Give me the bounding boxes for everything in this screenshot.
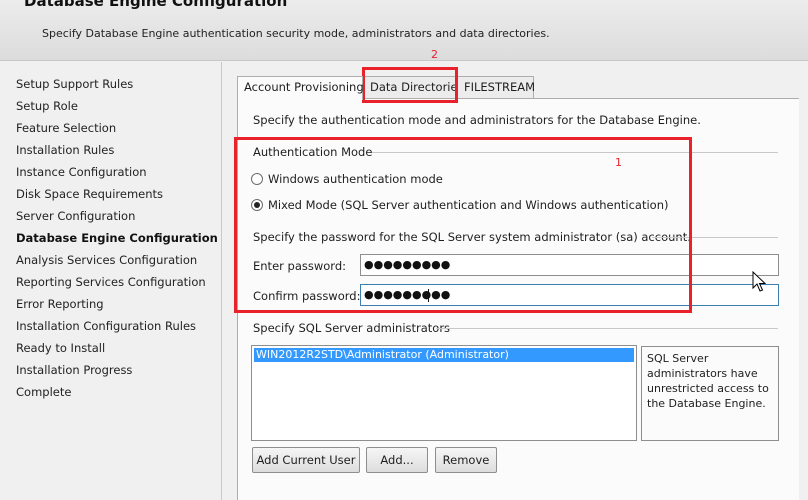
enter-password-field[interactable]: ●●●●●●●●● xyxy=(360,254,779,276)
confirm-password-field[interactable]: ●●●●●●●●● xyxy=(360,284,779,306)
mouse-pointer-icon xyxy=(752,271,766,292)
nav-item-complete[interactable]: Complete xyxy=(16,384,71,400)
nav-item-installation-configuration-rules[interactable]: Installation Configuration Rules xyxy=(16,318,196,334)
add-button[interactable]: Add... xyxy=(366,447,428,473)
tab-account-provisioning[interactable]: Account Provisioning xyxy=(237,76,364,100)
enter-password-label: Enter password: xyxy=(253,259,346,273)
nav-item-database-engine-configuration[interactable]: Database Engine Configuration xyxy=(16,230,218,246)
panel-intro-text: Specify the authentication mode and admi… xyxy=(253,113,701,127)
nav-item-feature-selection[interactable]: Feature Selection xyxy=(16,120,116,136)
group-divider xyxy=(652,237,778,238)
nav-item-reporting-services-configuration[interactable]: Reporting Services Configuration xyxy=(16,274,206,290)
mixed-mode-radio-label[interactable]: Mixed Mode (SQL Server authentication an… xyxy=(268,198,668,212)
administrators-info-text: SQL Server administrators have unrestric… xyxy=(641,346,779,441)
nav-item-ready-to-install[interactable]: Ready to Install xyxy=(16,340,105,356)
list-item[interactable]: WIN2012R2STD\Administrator (Administrato… xyxy=(254,348,634,362)
password-prompt-text: Specify the password for the SQL Server … xyxy=(253,230,691,244)
administrators-list[interactable]: WIN2012R2STD\Administrator (Administrato… xyxy=(251,345,637,441)
nav-item-disk-space-requirements[interactable]: Disk Space Requirements xyxy=(16,186,163,202)
nav-item-installation-rules[interactable]: Installation Rules xyxy=(16,142,114,158)
confirm-password-label: Confirm password: xyxy=(253,289,361,303)
confirm-password-value: ●●●●●●●●● xyxy=(364,288,451,301)
page-header: Database Engine Configuration Specify Da… xyxy=(0,0,808,61)
administrators-group-label: Specify SQL Server administrators xyxy=(253,321,451,335)
setup-steps-nav: Setup Support Rules Setup Role Feature S… xyxy=(0,62,222,500)
nav-item-setup-role[interactable]: Setup Role xyxy=(16,98,78,114)
nav-item-analysis-services-configuration[interactable]: Analysis Services Configuration xyxy=(16,252,197,268)
windows-auth-radio-label[interactable]: Windows authentication mode xyxy=(268,172,443,186)
nav-item-installation-progress[interactable]: Installation Progress xyxy=(16,362,132,378)
authentication-mode-label: Authentication Mode xyxy=(253,145,373,159)
nav-item-setup-support-rules[interactable]: Setup Support Rules xyxy=(16,76,133,92)
annotation-number-2: 2 xyxy=(431,48,438,61)
nav-item-server-configuration[interactable]: Server Configuration xyxy=(16,208,135,224)
remove-button[interactable]: Remove xyxy=(435,447,497,473)
nav-item-instance-configuration[interactable]: Instance Configuration xyxy=(16,164,147,180)
text-caret xyxy=(428,289,429,302)
page-title: Database Engine Configuration xyxy=(24,0,288,10)
annotation-number-1: 1 xyxy=(615,156,622,169)
tab-data-directories[interactable]: Data Directories xyxy=(363,76,464,99)
nav-item-error-reporting[interactable]: Error Reporting xyxy=(16,296,104,312)
group-divider xyxy=(436,328,778,329)
group-divider xyxy=(372,152,778,153)
windows-auth-radio[interactable] xyxy=(251,173,263,185)
tab-filestream[interactable]: FILESTREAM xyxy=(457,76,535,99)
mixed-mode-radio[interactable] xyxy=(251,199,263,211)
add-current-user-button[interactable]: Add Current User xyxy=(252,447,360,473)
page-description: Specify Database Engine authentication s… xyxy=(42,27,550,40)
enter-password-value: ●●●●●●●●● xyxy=(364,258,451,271)
